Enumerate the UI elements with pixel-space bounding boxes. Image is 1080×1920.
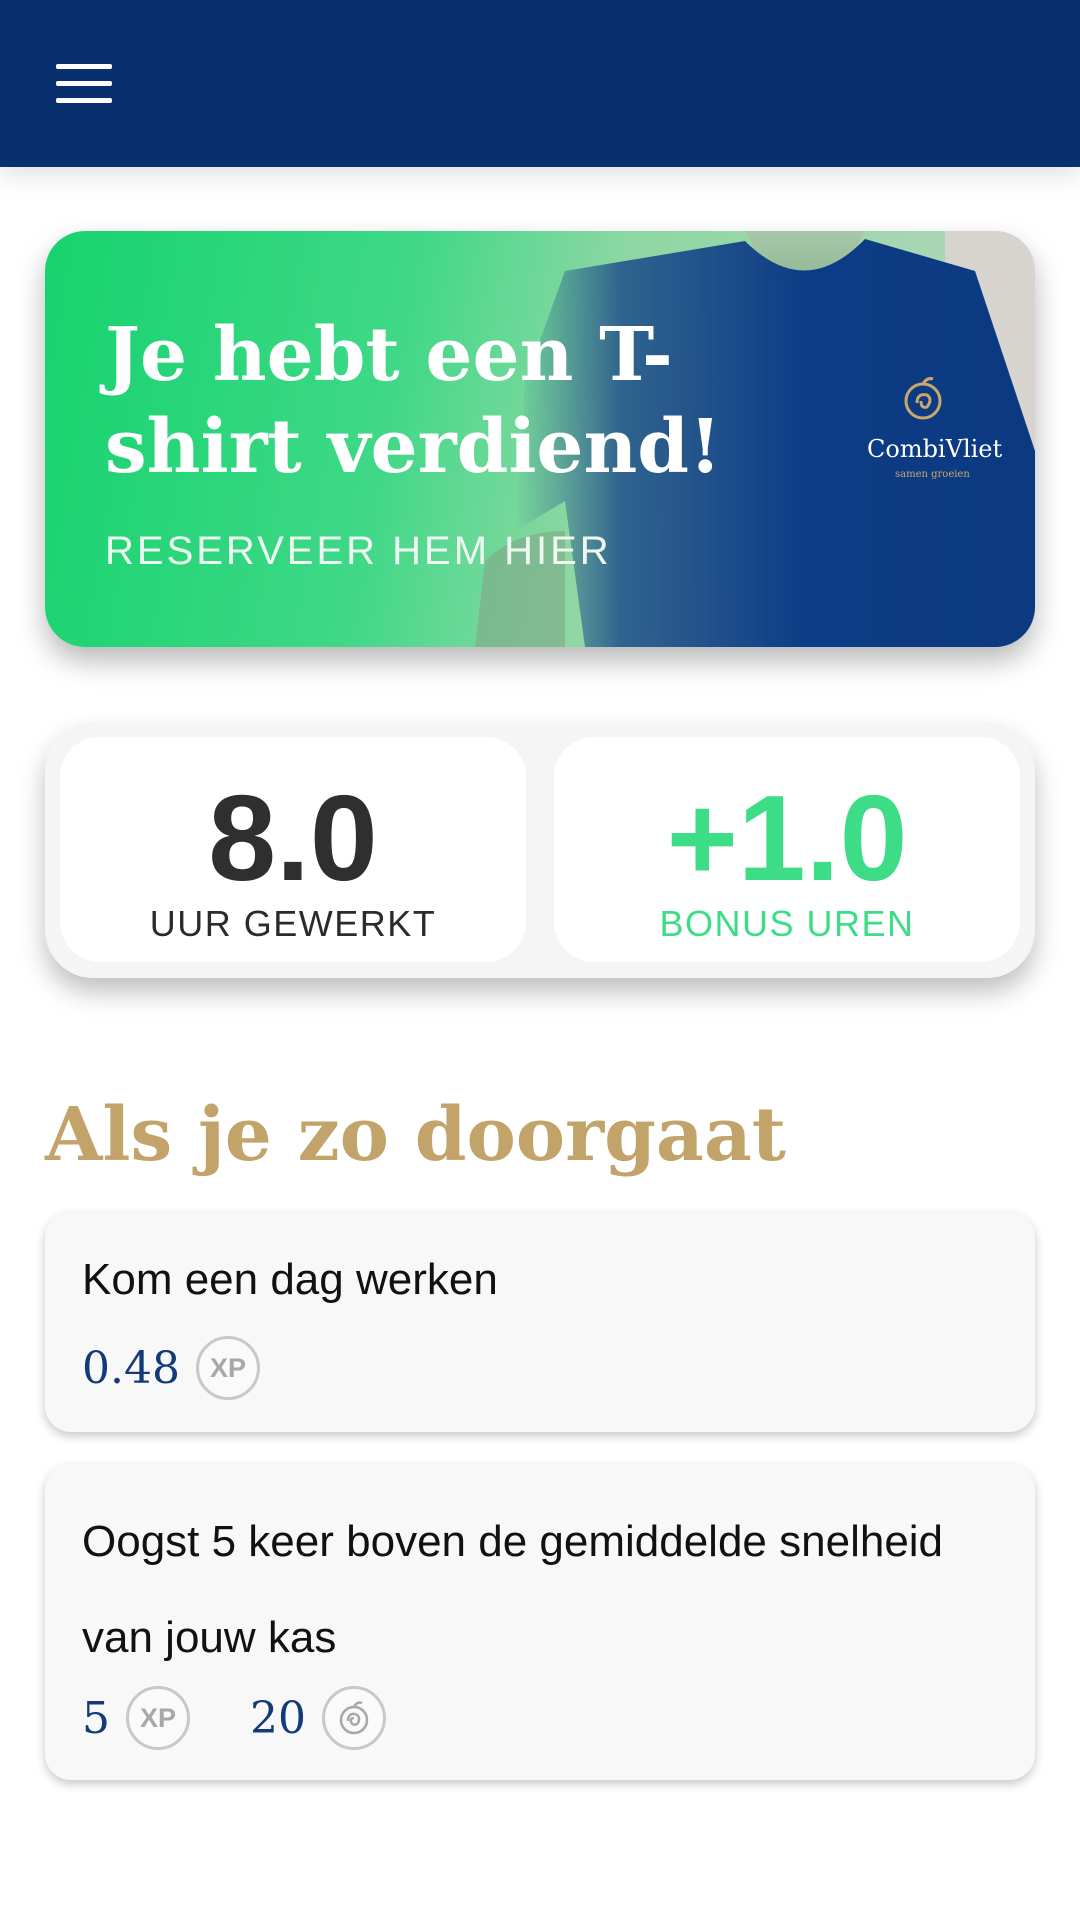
section-title: Als je zo doorgaat [45,1092,786,1178]
xp-reward-value: 0.48 [82,1342,180,1394]
xp-badge-label: XP [209,1352,246,1383]
app-header [0,0,1080,167]
shirt-logo-text: CombiVliet [867,435,1002,463]
hours-worked-label: UUR GEWERKT [149,903,437,944]
bonus-hours-label: BONUS UREN [659,903,915,944]
task-card[interactable]: Kom een dag werken 0.48 XP [45,1212,1035,1432]
xp-badge-icon: XP [126,1686,190,1750]
task-card[interactable]: Oogst 5 keer boven de gemiddelde snelhei… [45,1464,1035,1780]
xp-badge-icon: XP [195,1336,260,1400]
xp-badge-label: XP [139,1702,177,1733]
hamburger-menu-icon[interactable] [56,64,112,104]
bonus-hours-value: +1.0 [666,770,908,906]
banner-subtitle[interactable]: RESERVEER HEM HIER [105,529,612,574]
task-title: Oogst 5 keer boven de gemiddelde snelhei… [82,1517,944,1662]
reward-row: 0.48 XP [82,1336,260,1400]
banner-title: Je hebt een T-shirt verdiend! [105,312,722,490]
shirt-logo-tagline: samen groeien [895,469,970,480]
xp-reward-value: 5 [82,1692,110,1744]
reward-row: 5 XP 20 [82,1686,386,1750]
tshirt-reward-banner[interactable]: CombiVliet samen groeien Je hebt een T-s… [45,231,1035,647]
hours-stats-panel: 8.0 UUR GEWERKT +1.0 BONUS UREN [45,723,1035,978]
hours-worked-box: 8.0 UUR GEWERKT [60,737,526,962]
task-title: Kom een dag werken [82,1255,498,1304]
coin-reward-value: 20 [250,1692,306,1744]
hours-worked-value: 8.0 [208,770,378,906]
bonus-hours-box: +1.0 BONUS UREN [554,737,1020,962]
spiral-coin-icon [322,1686,386,1750]
